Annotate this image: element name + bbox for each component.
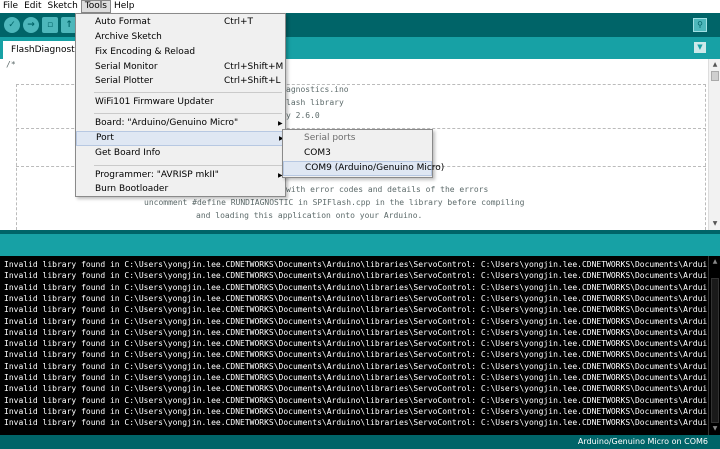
editor-line: agnostics.ino — [286, 85, 349, 94]
scroll-up-icon[interactable]: ▲ — [711, 258, 719, 266]
menu-serial-plotter[interactable]: Serial Plotter Ctrl+Shift+L — [76, 74, 285, 89]
menu-programmer[interactable]: Programmer: "AVRISP mkII" ▶ — [76, 168, 285, 183]
magnifier-icon: ⚲ — [697, 20, 703, 29]
serial-ports-header: Serial ports — [304, 133, 356, 143]
menu-board[interactable]: Board: "Arduino/Genuino Micro" ▶ — [76, 116, 285, 131]
shortcut-label: Ctrl+Shift+M — [224, 62, 284, 72]
upload-button[interactable]: → — [23, 17, 39, 33]
menu-archive-sketch[interactable]: Archive Sketch — [76, 30, 285, 45]
menu-item-label: Serial Plotter — [95, 76, 154, 86]
tools-menu: Auto Format Ctrl+T Archive Sketch Fix En… — [75, 13, 286, 197]
verify-button[interactable]: ✓ — [4, 17, 20, 33]
port-submenu: Serial ports COM3 COM9 (Arduino/Genuino … — [282, 129, 444, 178]
chevron-down-icon: ▼ — [697, 43, 703, 51]
menu-port[interactable]: Port ▶ — [76, 131, 285, 146]
menu-help[interactable]: Help — [111, 0, 138, 13]
menu-item-label: Archive Sketch — [95, 32, 162, 42]
console-line: Invalid library found in C:\Users\yongji… — [4, 350, 708, 360]
scroll-down-icon[interactable]: ▼ — [711, 425, 719, 433]
menu-burn-bootloader[interactable]: Burn Bootloader — [76, 182, 285, 197]
port-com3[interactable]: COM3 — [283, 146, 432, 161]
board-port-status: Arduino/Genuino Micro on COM6 — [577, 437, 708, 446]
menu-sketch[interactable]: Sketch — [45, 0, 81, 13]
console-output[interactable]: Invalid library found in C:\Users\yongji… — [0, 256, 708, 435]
new-button[interactable]: ▫ — [42, 17, 58, 33]
editor-line: uncomment #define RUNDIAGNOSTIC in SPIFl… — [144, 198, 525, 207]
menu-separator — [94, 165, 282, 166]
menu-serial-monitor[interactable]: Serial Monitor Ctrl+Shift+M — [76, 60, 285, 75]
console-line: Invalid library found in C:\Users\yongji… — [4, 384, 708, 394]
menu-get-board-info[interactable]: Get Board Info — [76, 146, 285, 161]
editor-line: lash library — [286, 98, 344, 107]
editor-scroll-thumb[interactable] — [711, 71, 719, 81]
menu-item-label: Burn Bootloader — [95, 184, 169, 194]
shortcut-label: Ctrl+Shift+L — [224, 76, 281, 86]
menu-wifi101-updater[interactable]: WiFi101 Firmware Updater — [76, 95, 285, 110]
menu-item-label: Fix Encoding & Reload — [95, 47, 196, 57]
comment-border-right — [705, 84, 706, 230]
menu-separator — [94, 92, 282, 93]
menu-item-label: Auto Format — [95, 17, 151, 27]
menu-bar: File Edit Sketch Tools Help — [0, 0, 720, 13]
menu-item-label: Programmer: "AVRISP mkII" — [95, 170, 219, 180]
console-line: Invalid library found in C:\Users\yongji… — [4, 305, 708, 315]
comment-border-left — [16, 84, 17, 230]
tab-menu-button[interactable]: ▼ — [694, 42, 706, 53]
console-line: Invalid library found in C:\Users\yongji… — [4, 282, 708, 292]
console-scroll-thumb[interactable] — [711, 278, 719, 423]
scroll-down-icon[interactable]: ▼ — [711, 220, 719, 228]
console-line: Invalid library found in C:\Users\yongji… — [4, 293, 708, 303]
menu-auto-format[interactable]: Auto Format Ctrl+T — [76, 15, 285, 30]
new-file-icon: ▫ — [46, 20, 54, 30]
console-line: Invalid library found in C:\Users\yongji… — [4, 271, 708, 281]
shortcut-label: Ctrl+T — [224, 17, 254, 27]
menu-item-label: Get Board Info — [95, 148, 161, 158]
console-line: Invalid library found in C:\Users\yongji… — [4, 395, 708, 405]
port-com9[interactable]: COM9 (Arduino/Genuino Micro) — [283, 161, 444, 176]
console-line: Invalid library found in C:\Users\yongji… — [4, 327, 708, 337]
menu-tools[interactable]: Tools — [80, 0, 111, 13]
menu-edit[interactable]: Edit — [21, 0, 44, 13]
console-line: Invalid library found in C:\Users\yongji… — [4, 373, 708, 382]
editor-scrollbar[interactable]: ▲ ▼ — [708, 59, 720, 230]
console-line: Invalid library found in C:\Users\yongji… — [4, 418, 708, 428]
editor-line: with error codes and details of the erro… — [286, 185, 489, 194]
message-bar — [0, 234, 720, 256]
comment-open: /* — [6, 60, 16, 69]
status-bar: Arduino/Genuino Micro on COM6 — [0, 435, 720, 449]
console-line: Invalid library found in C:\Users\yongji… — [4, 260, 708, 269]
editor-line: and loading this application onto your A… — [196, 211, 423, 220]
check-icon: ✓ — [8, 20, 16, 30]
console-line: Invalid library found in C:\Users\yongji… — [4, 406, 708, 416]
menu-item-label: Board: "Arduino/Genuino Micro" — [95, 118, 239, 128]
menu-item-label: WiFi101 Firmware Updater — [95, 97, 214, 107]
console-line: Invalid library found in C:\Users\yongji… — [4, 339, 708, 349]
console-scrollbar[interactable]: ▲ ▼ — [708, 256, 720, 435]
console-line: Invalid library found in C:\Users\yongji… — [4, 361, 708, 371]
menu-fix-encoding[interactable]: Fix Encoding & Reload — [76, 45, 285, 60]
serial-monitor-button[interactable]: ⚲ — [693, 18, 707, 32]
menu-item-label: Port — [96, 133, 114, 143]
tab-flashdiagnostics[interactable]: FlashDiagnostics — [3, 41, 77, 59]
menu-file[interactable]: File — [0, 0, 21, 13]
arrow-up-icon: ↑ — [65, 20, 73, 30]
console-line: Invalid library found in C:\Users\yongji… — [4, 316, 708, 326]
editor-line: y 2.6.0 — [286, 111, 320, 120]
menu-item-label: Serial Monitor — [95, 62, 158, 72]
menu-separator — [94, 113, 282, 114]
scroll-up-icon[interactable]: ▲ — [711, 61, 719, 69]
arrow-right-icon: → — [27, 20, 35, 30]
